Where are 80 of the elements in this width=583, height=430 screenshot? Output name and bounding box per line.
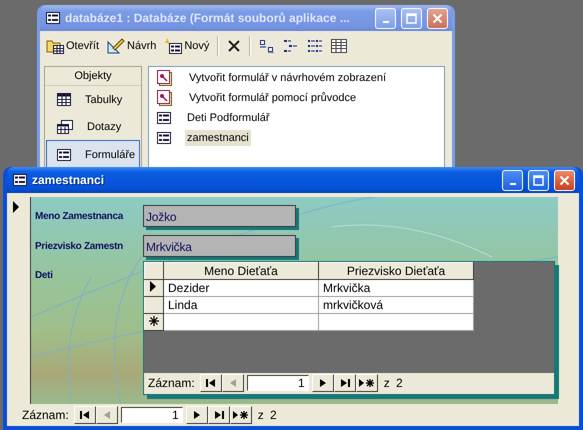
- form-icon: [157, 132, 171, 144]
- objects-header: Objekty: [45, 67, 141, 86]
- last-record-button[interactable]: [208, 406, 230, 424]
- form-icon: [57, 148, 71, 160]
- minimize-button[interactable]: [502, 170, 523, 190]
- skip-back-icon: [78, 410, 91, 420]
- query-icon: [57, 120, 73, 134]
- first-record-button[interactable]: [74, 406, 96, 424]
- form-icon: [13, 174, 27, 186]
- current-row-icon: [149, 281, 157, 292]
- ruler-pencil-icon: [107, 38, 126, 54]
- design-button[interactable]: Návrh: [105, 37, 158, 55]
- record-count: z 2: [258, 408, 277, 422]
- maximize-icon: [533, 174, 544, 186]
- object-list-item[interactable]: zamestnanci: [155, 128, 438, 148]
- table-cell[interactable]: mrkvičková: [318, 296, 474, 314]
- new-record-button[interactable]: [230, 406, 252, 424]
- skip-forward-icon: [338, 378, 351, 388]
- new-form-icon: [164, 38, 182, 54]
- minimize-icon: [382, 20, 388, 22]
- table-cell[interactable]: Mrkvička: [318, 280, 474, 296]
- delete-icon: [227, 39, 242, 53]
- record-count: z 2: [384, 376, 403, 390]
- row-selector[interactable]: [144, 314, 164, 330]
- window-title: zamestnanci: [32, 173, 106, 187]
- last-record-button[interactable]: [334, 374, 356, 392]
- field-label: Meno Zamestnanca: [35, 210, 124, 222]
- wizard-icon: [157, 70, 173, 86]
- object-list-item[interactable]: Vytvořit formulář v návrhovém zobrazení: [155, 68, 438, 88]
- table-cell[interactable]: Dezider: [164, 280, 318, 296]
- field-label: Priezvisko Zamestn: [35, 240, 124, 252]
- maximize-button[interactable]: [401, 8, 422, 28]
- column-header[interactable]: Meno Dieťaťa: [164, 262, 318, 280]
- row-selector[interactable]: [144, 296, 164, 314]
- skip-back-icon: [204, 378, 217, 388]
- object-category[interactable]: Tabulky: [45, 86, 141, 113]
- subform-label: Deti: [35, 269, 54, 281]
- maximize-button[interactable]: [528, 170, 549, 190]
- table-icon: [57, 93, 71, 106]
- wizard-icon: [157, 90, 173, 106]
- triangle-asterisk-icon: [358, 378, 376, 388]
- new-record-button[interactable]: [356, 374, 378, 392]
- object-list-item[interactable]: Vytvořit formulář pomocí průvodce: [155, 88, 438, 108]
- record-label: Záznam:: [148, 376, 195, 390]
- text-field[interactable]: Mrkvička: [143, 235, 296, 257]
- table-cell[interactable]: Linda: [164, 296, 318, 314]
- next-record-button[interactable]: [186, 406, 208, 424]
- close-button[interactable]: [427, 8, 448, 28]
- object-category[interactable]: Dotazy: [45, 113, 141, 140]
- list-view-icon: [307, 39, 324, 53]
- column-header[interactable]: Priezvisko Dieťaťa: [318, 262, 474, 280]
- record-number-field[interactable]: 1: [120, 407, 183, 423]
- minimize-button[interactable]: [375, 8, 396, 28]
- open-button[interactable]: Otevřít: [44, 37, 102, 55]
- triangle-asterisk-icon: [232, 410, 250, 420]
- next-record-button[interactable]: [312, 374, 334, 392]
- text-field[interactable]: Jožko: [143, 205, 296, 227]
- skip-forward-icon: [212, 410, 225, 420]
- window-title: databáze1 : Databáze (Formát souborů aplikace ...: [65, 11, 351, 25]
- new-button[interactable]: Nový: [162, 37, 212, 55]
- close-icon: [559, 174, 570, 186]
- form-icon: [157, 112, 171, 124]
- record-label: Záznam:: [22, 408, 69, 422]
- folder-table-icon: [46, 38, 64, 54]
- object-list-item[interactable]: Deti Podformulář: [155, 108, 438, 128]
- small-icons-icon: [283, 39, 300, 53]
- maximize-icon: [406, 12, 417, 24]
- close-icon: [432, 12, 443, 24]
- close-button[interactable]: [554, 170, 575, 190]
- row-selector[interactable]: [144, 280, 164, 296]
- object-category[interactable]: Formuláře: [46, 140, 140, 169]
- details-view-icon: [331, 39, 348, 53]
- record-number-field[interactable]: 1: [246, 375, 309, 391]
- new-row-icon: [149, 316, 159, 326]
- current-record-icon: [12, 201, 20, 213]
- large-icons-icon: [259, 39, 276, 53]
- details-button[interactable]: [329, 38, 350, 54]
- database-icon: [46, 12, 60, 24]
- minimize-icon: [510, 182, 516, 184]
- first-record-button[interactable]: [200, 374, 222, 392]
